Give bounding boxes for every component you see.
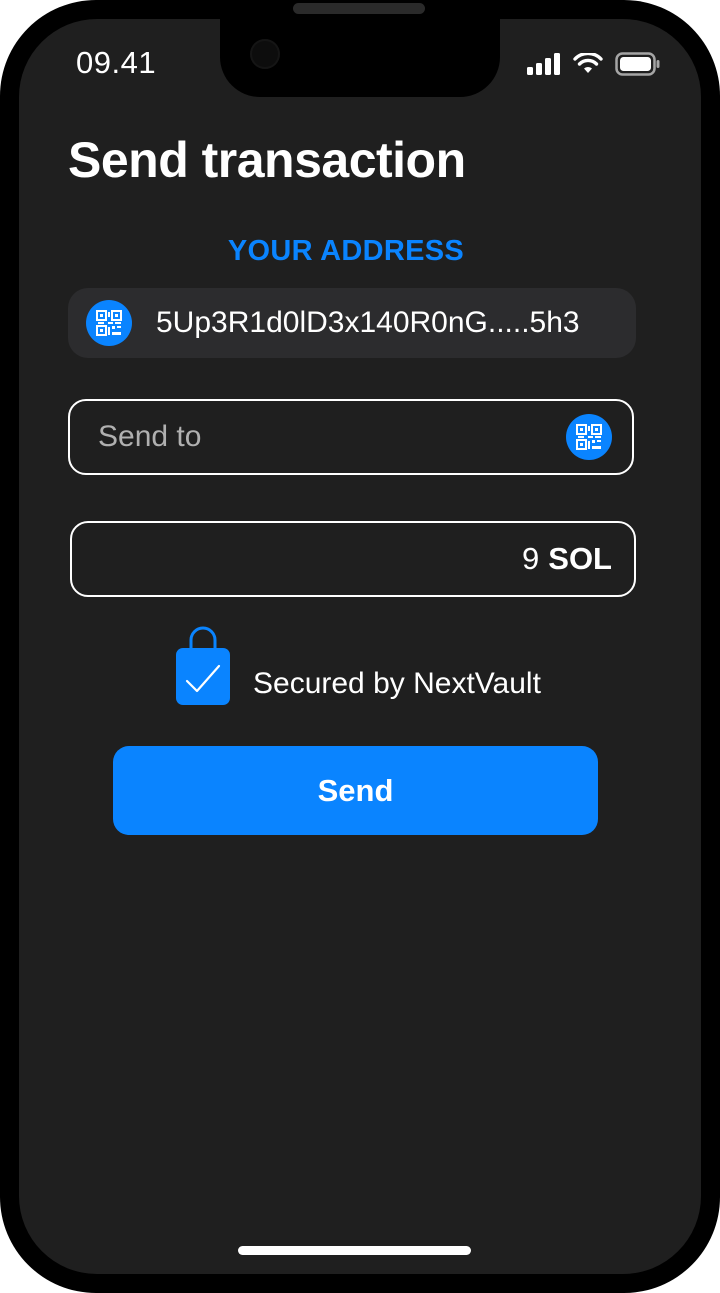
send-button[interactable]: Send — [113, 746, 598, 835]
your-address-label: YOUR ADDRESS — [227, 235, 465, 267]
your-address-pill[interactable]: 5Up3R1d0lD3x140R0nG.....5h3 — [68, 288, 636, 358]
battery-icon — [615, 52, 661, 81]
page-title: Send transaction — [68, 132, 466, 188]
send-to-field[interactable] — [68, 399, 634, 475]
speaker-grille — [293, 3, 425, 14]
qr-code-icon[interactable] — [86, 300, 132, 346]
amount-field[interactable]: 9 SOL — [70, 521, 636, 597]
send-to-input[interactable] — [70, 419, 566, 455]
screen: 09.41 Send transaction YOUR ADDRESS 5Up3… — [19, 19, 701, 1274]
status-time: 09.41 — [76, 45, 157, 80]
amount-unit: SOL — [548, 541, 612, 576]
signal-icon — [527, 53, 561, 80]
scan-qr-icon[interactable] — [566, 414, 612, 460]
secured-label: Secured by NextVault — [253, 667, 541, 700]
notch — [220, 19, 500, 97]
security-note: Secured by NextVault — [175, 626, 541, 711]
shopping-bag-check-icon — [175, 626, 231, 711]
status-icons — [527, 51, 661, 81]
home-indicator[interactable] — [238, 1246, 471, 1255]
front-camera — [250, 39, 280, 69]
your-address-value: 5Up3R1d0lD3x140R0nG.....5h3 — [156, 306, 580, 339]
amount-value: 9 — [522, 541, 540, 576]
phone-frame: 09.41 Send transaction YOUR ADDRESS 5Up3… — [0, 0, 720, 1293]
wifi-icon — [573, 51, 603, 80]
